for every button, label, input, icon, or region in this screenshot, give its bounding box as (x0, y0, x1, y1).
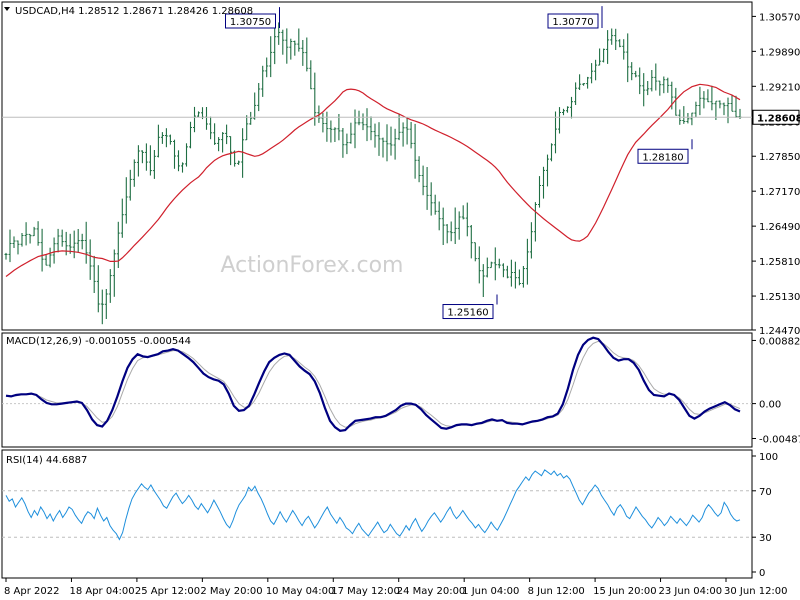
price-label-text: 1.30770 (552, 17, 593, 28)
time-tick-label: 25 Apr 12:00 (135, 586, 200, 597)
rsi_axis-tick-label: 100 (759, 452, 778, 463)
macd-pane (2, 336, 752, 432)
price_axis-tick-label: 1.30570 (759, 12, 800, 23)
rsi_axis-tick-label: 30 (759, 533, 772, 544)
macd_axis-tick-label: -0.004872 (759, 435, 800, 446)
time-tick-label: 15 Jun 20:00 (593, 586, 657, 597)
time-tick-label: 23 Jun 04:00 (659, 586, 723, 597)
time-tick-label: 8 Apr 2022 (4, 586, 59, 597)
rsi_axis-tick-label: 0 (759, 568, 765, 579)
moving-average-line (5, 83, 741, 277)
time-tick-label: 8 Jun 12:00 (528, 586, 585, 597)
price_axis-tick-label: 1.26490 (759, 222, 800, 233)
rsi-line (5, 469, 741, 541)
rsi-pane (2, 469, 752, 541)
rsi-label: RSI(14) 44.6887 (6, 455, 87, 466)
symbol-header: USDCAD,H4 1.28512 1.28671 1.28426 1.2860… (15, 6, 253, 17)
time-tick-label: 10 May 04:00 (266, 586, 335, 597)
price-label: 1.30770 (547, 6, 603, 29)
price_axis-tick-label: 1.27850 (759, 152, 800, 163)
usdcad-chart: ActionForex.com 1.30750 1.30770 1.25160 1.2… (1, 1, 800, 597)
price-label-text: 1.30750 (230, 17, 271, 28)
rsi-frame (1, 449, 753, 579)
macd-frame (1, 332, 753, 448)
macd-signal-line (6, 340, 741, 428)
macd-label: MACD(12,26,9) -0.001055 -0.000544 (6, 336, 191, 347)
time-tick-label: 1 Jun 04:00 (462, 586, 519, 597)
time-tick-label: 2 May 20:00 (200, 586, 262, 597)
price-label-text: 1.28180 (642, 152, 683, 163)
current-price-text: 1.28608 (757, 113, 800, 124)
price_axis-tick-label: 1.29210 (759, 82, 800, 93)
time-tick-label: 30 Jun 12:00 (724, 586, 788, 597)
macd_axis-tick-label: 0.00 (759, 400, 781, 411)
time-tick-label: 18 Apr 04:00 (69, 586, 134, 597)
watermark: ActionForex.com (221, 253, 404, 278)
price_axis-tick-label: 1.25130 (759, 292, 800, 303)
price_axis-tick-label: 1.29890 (759, 47, 800, 58)
price_axis-tick-label: 1.25810 (759, 257, 800, 268)
macd-line (5, 336, 741, 432)
price_axis-tick-label: 1.27170 (759, 187, 800, 198)
time-tick-label: 17 May 12:00 (331, 586, 400, 597)
macd_axis-tick-label: 0.00882 (759, 336, 800, 347)
price-label: 1.28180 (637, 139, 693, 164)
current-price-badge: 1.28608 (752, 109, 800, 125)
price-label: 1.25160 (442, 294, 498, 320)
rsi_axis-tick-label: 70 (759, 487, 772, 498)
time-tick-label: 24 May 20:00 (397, 586, 466, 597)
dropdown-arrow-icon[interactable] (4, 7, 10, 11)
price-label-text: 1.25160 (447, 308, 488, 319)
price_axis-tick-label: 1.24470 (759, 326, 800, 337)
